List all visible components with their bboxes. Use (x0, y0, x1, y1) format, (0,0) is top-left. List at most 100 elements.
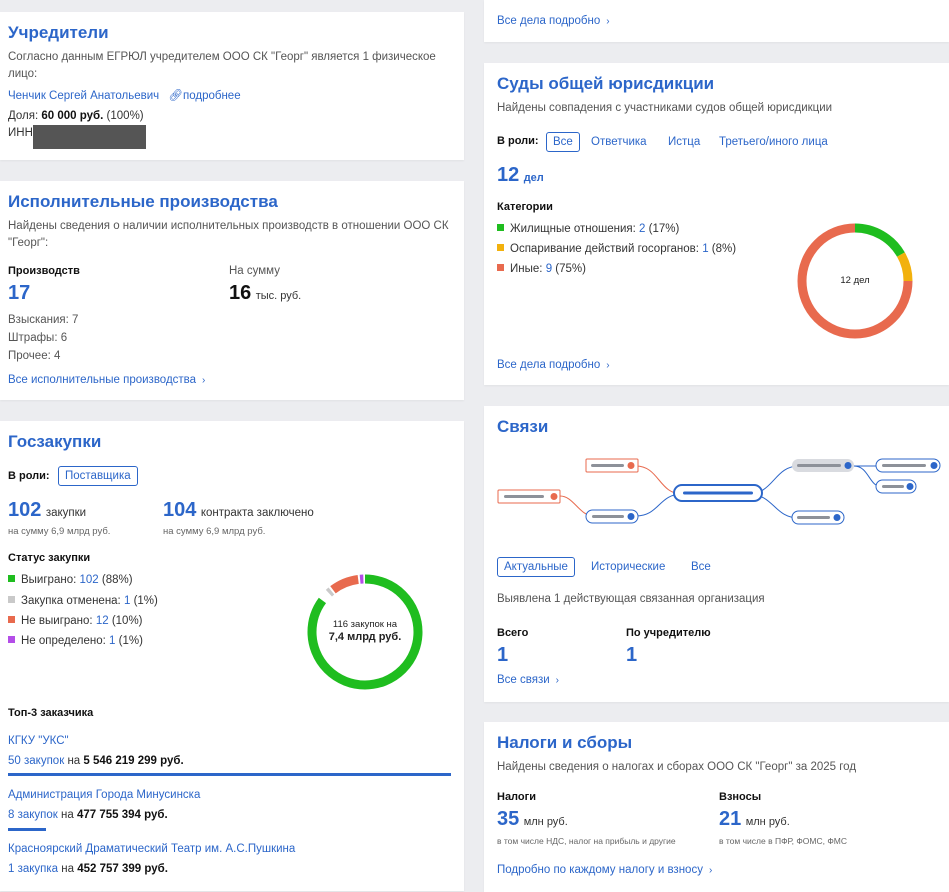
category-count[interactable]: 9 (546, 263, 552, 275)
top-customer-stat: 50 закупок на 5 546 219 299 руб. (8, 753, 184, 770)
taxes-link[interactable]: Подробно по каждому налогу и взносу › (497, 862, 712, 879)
category-count[interactable]: 2 (639, 223, 645, 235)
share-label: Доля: (8, 110, 39, 122)
connections-graph (497, 458, 941, 525)
category-label: Оспаривание действий госорганов: (510, 243, 699, 255)
top-all-label[interactable]: Все дела подробно (497, 15, 600, 27)
contracts-num: 104 (163, 499, 197, 521)
fees-stat: 21 млн руб. (719, 808, 790, 831)
enforcement-sum: 16 тыс. руб. (229, 282, 301, 305)
procurement-title: Госзакупки (8, 432, 102, 451)
legend-green (8, 575, 15, 582)
enforcement-item: Прочее: 4 (8, 350, 61, 362)
courts-top-card: Все дела подробно › (484, 0, 949, 42)
courts-title: Суды общей юрисдикции (497, 74, 715, 93)
share-value: 60 000 руб. (41, 110, 104, 122)
status-row: Не определено: 1 (1%) (8, 633, 143, 650)
status-count[interactable]: 1 (109, 635, 115, 647)
links-all-link[interactable]: Все связи › (497, 672, 559, 689)
taxes-unit: млн руб. (523, 816, 568, 828)
category-count[interactable]: 1 (702, 243, 708, 255)
category-row: Жилищные отношения: 2 (17%) (497, 221, 679, 238)
enforcement-desc: Найдены сведения о наличии исполнительны… (8, 220, 449, 249)
enforcement-sum-label: На сумму (229, 265, 280, 277)
links-tab-historic[interactable]: Исторические (585, 558, 671, 576)
legend-purple (8, 636, 15, 643)
founders-title: Учредители (8, 23, 109, 42)
taxes-title: Налоги и сборы (497, 733, 633, 752)
role-tab-all[interactable]: Все (546, 132, 580, 152)
taxes-label: Налоги (497, 791, 536, 803)
top-customer-count[interactable]: 1 закупка (8, 863, 58, 875)
legend-red (8, 616, 15, 623)
fees-unit: млн руб. (745, 816, 790, 828)
status-count[interactable]: 1 (124, 595, 130, 607)
courts-cat-title: Категории (497, 201, 553, 213)
enforcement-all-label[interactable]: Все исполнительные производства (8, 374, 196, 386)
category-row: Оспаривание действий госорганов: 1 (8%) (497, 241, 736, 258)
legend-green (497, 224, 504, 231)
role-chip-supplier[interactable]: Поставщика (58, 466, 138, 486)
status-title: Статус закупки (8, 552, 91, 564)
taxes-link-label[interactable]: Подробно по каждому налогу и взносу (497, 864, 703, 876)
enforcement-all-link[interactable]: Все исполнительные производства › (8, 372, 205, 389)
links-all-label[interactable]: Все связи (497, 674, 550, 686)
top-customer-name[interactable]: Красноярский Драматический Театр им. А.С… (8, 841, 295, 858)
enforcement-sum-value: 16 (229, 282, 252, 304)
contracts-label: контракта заключено (200, 507, 314, 519)
founder-row: Ченчик Сергей Анатольевич 🔗︎подробнее (8, 88, 241, 105)
role-tab-plaintiff[interactable]: Истца (662, 133, 706, 151)
taxes-value: 35 (497, 808, 520, 830)
inn-label: ИНН (8, 127, 33, 139)
status-count[interactable]: 12 (96, 615, 109, 627)
taxes-desc: Найдены сведения о налогах и сборах ООО … (497, 761, 857, 773)
donut-line1: 116 закупок на (332, 619, 398, 630)
top-customer-name[interactable]: Администрация Города Минусинска (8, 787, 200, 804)
top-customer-name[interactable]: КГКУ "УКС" (8, 733, 69, 750)
taxes-card: Налоги и сборы Найдены сведения о налога… (484, 722, 949, 892)
enforcement-item: Взыскания: 7 (8, 314, 79, 326)
top-title: Топ-3 заказчика (8, 707, 94, 719)
top-all-link[interactable]: Все дела подробно › (497, 13, 610, 30)
fees-value: 21 (719, 808, 742, 830)
procurement-donut-center: 116 закупок на 7,4 млрд руб. (305, 618, 425, 644)
courts-all-link[interactable]: Все дела подробно › (497, 357, 610, 374)
links-founder-value: 1 (626, 644, 638, 666)
founder-name-link[interactable]: Ченчик Сергей Анатольевич (8, 90, 159, 102)
links-founder-label: По учредителю (626, 627, 711, 639)
purchases-num: 102 (8, 499, 42, 521)
enforcement-card: Исполнительные производства Найдены свед… (0, 181, 464, 400)
links-total-value: 1 (497, 644, 509, 666)
role-tab-third-party[interactable]: Третьего/иного лица (713, 133, 834, 151)
top-customer-stat: 8 закупок на 477 755 394 руб. (8, 807, 168, 824)
top-customer-sum: 452 757 399 руб. (77, 863, 168, 875)
courts-all-label[interactable]: Все дела подробно (497, 359, 600, 371)
courts-role-label: В роли: (497, 135, 539, 147)
share-pct: (100%) (106, 110, 144, 122)
chevron-right-icon: › (606, 360, 610, 371)
top-customer-count[interactable]: 50 закупок (8, 755, 64, 767)
links-tab-all[interactable]: Все (685, 558, 717, 576)
links-tab-actual[interactable]: Актуальные (497, 557, 575, 577)
status-count[interactable]: 102 (80, 574, 99, 586)
top-customer-on: на (61, 809, 74, 821)
courts-donut-center: 12 дел (840, 275, 870, 286)
donut-line2: 7,4 млрд руб. (328, 631, 402, 643)
purchases-stat: 102 закупки (8, 499, 86, 522)
courts-count-value: 12 (497, 164, 520, 186)
fees-label: Взносы (719, 791, 762, 803)
courts-count: 12 дел (497, 164, 544, 187)
top-customer-count[interactable]: 8 закупок (8, 809, 58, 821)
enforcement-count-value: 17 (8, 282, 31, 304)
role-tab-defendant[interactable]: Ответчика (585, 133, 653, 151)
legend-orange (497, 244, 504, 251)
status-pct: (1%) (133, 595, 158, 607)
status-pct: (10%) (111, 615, 143, 627)
status-pct: (1%) (118, 635, 143, 647)
chevron-right-icon: › (202, 375, 206, 386)
chevron-right-icon: › (555, 675, 560, 686)
founder-more-link[interactable]: подробнее (183, 90, 241, 102)
chevron-right-icon: › (606, 16, 610, 27)
category-row: Иные: 9 (75%) (497, 261, 586, 278)
links-total-label: Всего (497, 627, 529, 639)
